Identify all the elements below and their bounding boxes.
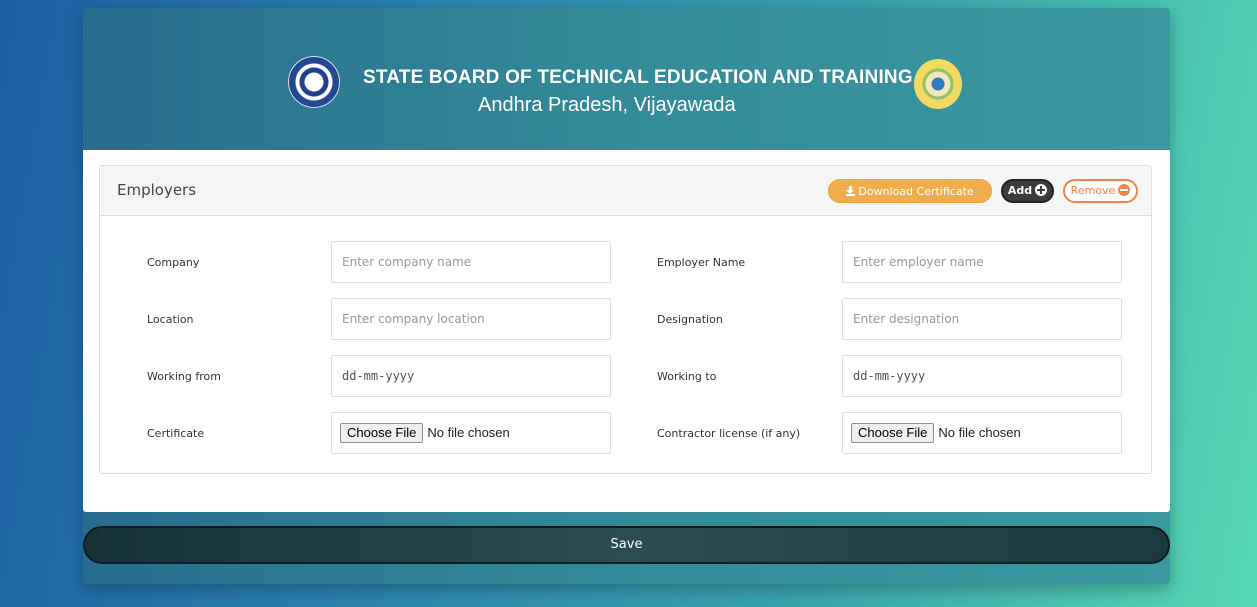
company-input[interactable]: Enter company name — [331, 241, 611, 283]
ap-state-logo — [914, 59, 962, 109]
company-label: Company — [147, 256, 200, 269]
employer-name-input[interactable]: Enter employer name — [842, 241, 1122, 283]
certificate-file-input: Choose File No file chosen — [331, 412, 611, 454]
panel-title: Employers — [117, 181, 197, 199]
remove-label: Remove — [1070, 184, 1116, 197]
working-from-date-input[interactable]: dd-mm-yyyy — [331, 355, 611, 397]
download-icon — [846, 186, 856, 196]
working-to-label: Working to — [657, 370, 717, 383]
contractor-license-file-status: No file chosen — [938, 424, 1021, 440]
plus-icon — [1035, 184, 1048, 196]
location-input[interactable]: Enter company location — [331, 298, 611, 340]
designation-label: Designation — [657, 313, 723, 326]
save-button[interactable]: Save — [83, 526, 1170, 564]
page-title: STATE BOARD OF TECHNICAL EDUCATION AND T… — [363, 67, 913, 88]
employers-panel: Employers Download Certificate Add Remov… — [99, 165, 1152, 474]
working-from-label: Working from — [147, 370, 221, 383]
working-to-date-input[interactable]: dd-mm-yyyy — [842, 355, 1122, 397]
add-label: Add — [1007, 184, 1033, 197]
download-certificate-label: Download Certificate — [858, 185, 974, 198]
contractor-license-label: Contractor license (if any) — [657, 427, 801, 440]
certificate-label: Certificate — [147, 427, 205, 440]
remove-button[interactable]: Remove — [1063, 179, 1138, 203]
header: STATE BOARD OF TECHNICAL EDUCATION AND T… — [83, 8, 1170, 142]
sbtet-logo — [288, 56, 340, 108]
add-button[interactable]: Add — [1001, 179, 1054, 203]
page-subtitle: Andhra Pradesh, Vijayawada — [478, 94, 736, 116]
contractor-license-choose-file-button[interactable]: Choose File — [851, 422, 935, 443]
location-label: Location — [147, 313, 194, 326]
download-certificate-button[interactable]: Download Certificate — [828, 179, 992, 203]
minus-icon — [1118, 184, 1131, 196]
certificate-file-status: No file chosen — [427, 424, 510, 440]
designation-input[interactable]: Enter designation — [842, 298, 1122, 340]
certificate-choose-file-button[interactable]: Choose File — [340, 422, 424, 443]
panel-header: Employers Download Certificate Add Remov… — [100, 166, 1151, 216]
contractor-license-file-input: Choose File No file chosen — [842, 412, 1122, 454]
form-content: Employers Download Certificate Add Remov… — [83, 150, 1170, 512]
employer-name-label: Employer Name — [657, 256, 746, 269]
main-card: STATE BOARD OF TECHNICAL EDUCATION AND T… — [83, 8, 1170, 584]
